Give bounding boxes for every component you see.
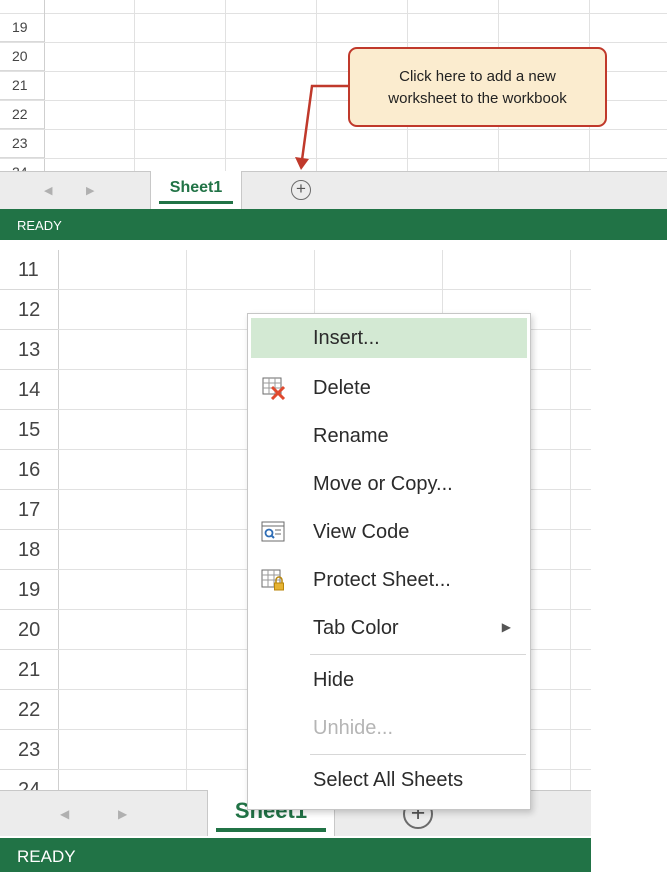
- status-text: READY: [17, 847, 76, 866]
- menu-item-label: Tab Color: [313, 617, 399, 639]
- sheet-tab-context-menu: Insert... Delete Rename Move or Copy... …: [247, 313, 531, 810]
- delete-sheet-icon: [262, 377, 286, 400]
- row-header[interactable]: 20: [0, 610, 58, 650]
- row-header[interactable]: 18: [0, 530, 58, 570]
- menu-item-select-all-sheets[interactable]: Select All Sheets: [251, 760, 527, 800]
- menu-item-hide[interactable]: Hide: [251, 660, 527, 700]
- menu-item-move-or-copy[interactable]: Move or Copy...: [251, 464, 527, 504]
- row-header[interactable]: 24: [0, 770, 58, 790]
- menu-item-tab-color[interactable]: Tab Color ▶: [251, 608, 527, 648]
- row-header[interactable]: 12: [0, 290, 58, 330]
- row-headers: 11 12 13 14 15 16 17 18 19 20 21 22 23 2…: [0, 250, 58, 790]
- status-bar: READY: [0, 838, 591, 872]
- row-header[interactable]: 14: [0, 370, 58, 410]
- protect-sheet-icon: [261, 569, 284, 591]
- scroll-tabs-right-arrow[interactable]: ▶: [118, 807, 127, 821]
- callout-text-line2: worksheet to the workbook: [388, 90, 567, 107]
- top-excel-window: 19 20 21 22 23 24 ◀ ▶ Sheet1 + READY Cli…: [0, 0, 667, 240]
- callout-text-line1: Click here to add a new: [399, 68, 556, 85]
- menu-item-label: Rename: [313, 425, 389, 447]
- menu-item-delete[interactable]: Delete: [251, 368, 527, 408]
- row-header[interactable]: 11: [0, 250, 58, 290]
- row-header[interactable]: 13: [0, 330, 58, 370]
- row-header[interactable]: 23: [0, 730, 58, 770]
- menu-item-insert[interactable]: Insert...: [251, 318, 527, 358]
- view-code-icon: [261, 521, 285, 542]
- menu-item-label: Protect Sheet...: [313, 569, 451, 591]
- menu-item-label: Hide: [313, 669, 355, 691]
- row-header[interactable]: 16: [0, 450, 58, 490]
- menu-item-label: Select All Sheets: [313, 769, 464, 791]
- row-header[interactable]: 21: [0, 650, 58, 690]
- row-header[interactable]: 15: [0, 410, 58, 450]
- scroll-tabs-left-arrow[interactable]: ◀: [60, 807, 69, 821]
- menu-item-view-code[interactable]: View Code: [251, 512, 527, 552]
- menu-item-label: Unhide...: [313, 717, 394, 739]
- menu-separator: [310, 654, 526, 655]
- menu-separator: [310, 754, 526, 755]
- row-header[interactable]: 19: [0, 570, 58, 610]
- menu-item-protect-sheet[interactable]: Protect Sheet...: [251, 560, 527, 600]
- menu-item-rename[interactable]: Rename: [251, 416, 527, 456]
- row-header[interactable]: 22: [0, 690, 58, 730]
- menu-item-label: Insert...: [313, 327, 380, 349]
- row-header[interactable]: 17: [0, 490, 58, 530]
- menu-item-unhide: Unhide...: [251, 708, 527, 748]
- annotation-callout: Click here to add a new worksheet to the…: [348, 47, 607, 127]
- menu-item-label: View Code: [313, 521, 410, 543]
- menu-item-label: Delete: [313, 377, 371, 399]
- menu-item-label: Move or Copy...: [313, 473, 453, 495]
- submenu-arrow-icon: ▶: [501, 620, 511, 634]
